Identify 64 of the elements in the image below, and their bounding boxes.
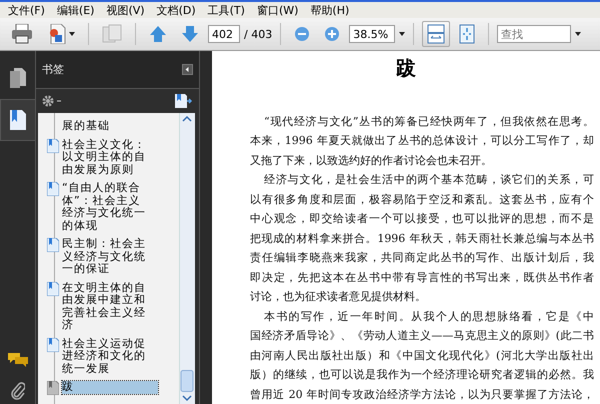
nav-tab[interactable] — [0, 99, 35, 141]
page-heading: 跋 — [396, 55, 416, 82]
text-line: 把现成的材料拿来拼合。1996 年秋天，韩天雨社长兼总编与本丛书 — [250, 230, 594, 246]
panel-title: 书签 — [42, 62, 64, 77]
bookmark-export-icon[interactable] — [175, 94, 193, 108]
down-arrow-icon — [181, 25, 199, 43]
bookmark-page-icon[interactable] — [10, 110, 26, 130]
text-line: 讨论，也为征求读者意见提供材料。 — [250, 289, 427, 305]
up-arrow-icon — [149, 25, 167, 43]
menu-item[interactable]: 帮助(H) — [304, 2, 356, 18]
bookmark-item[interactable]: 社会主义运动促进经济和文化的统一发展 — [62, 338, 150, 375]
printer-icon — [11, 24, 33, 44]
bookmark-icon — [47, 282, 59, 296]
fit-page-icon — [459, 24, 476, 44]
zoom-field[interactable]: 38.5% — [349, 25, 396, 43]
text-line: 经济与文化，是社会生活中的两个基本范畴，谈它们的关系，可 — [263, 172, 594, 188]
text-line: “现代经济与文化”丛书的筹备已经快两年了，但我依然在思考。 — [263, 114, 594, 130]
text-line: 国经济矛盾导论》、《劳动人道主义——马克思主义的原则》(此二书 — [250, 328, 594, 344]
search-field[interactable]: 查找 — [497, 25, 572, 43]
bookmark-item[interactable]: 跋 — [62, 381, 158, 394]
text-line: 曾用近 20 年时间专攻政治经济学方法论，以为只要掌握了方法论， — [250, 386, 594, 402]
text-line: 版）的继续，也可以说是我作为一个经济理论研究者逻辑的必然。我 — [250, 367, 594, 383]
bookmark-icon — [47, 238, 59, 252]
text-line: 本来，1996 年夏天就做出了丛书的总体设计，可以分工写作了，却 — [250, 133, 594, 149]
bookmark-item[interactable]: 在文明主体的自由发展中建立和完善社会主义经济 — [62, 282, 150, 332]
menu-item[interactable]: 窗口(W) — [250, 2, 304, 18]
bookmark-icon — [47, 338, 59, 352]
menu-item[interactable]: 文件(F) — [2, 2, 51, 18]
bookmark-icon — [47, 381, 59, 395]
page-number-field[interactable]: 402 — [208, 25, 240, 43]
bookmark-item[interactable]: 社会主义文化：以文明主体的自由发展为原则 — [62, 138, 150, 176]
bookmark-item[interactable]: “自由人的联合体”：社会主义经济与文化统一的体现 — [62, 182, 150, 232]
menu-item[interactable]: 工具(T) — [202, 2, 251, 18]
collapse-icon[interactable] — [182, 64, 193, 75]
scroll-thumb — [180, 370, 194, 392]
comments-icon[interactable] — [8, 352, 28, 368]
pages-icon[interactable] — [10, 68, 26, 88]
fit-width-icon — [427, 24, 446, 44]
view-button[interactable] — [422, 21, 450, 47]
caret-icon[interactable] — [399, 32, 406, 36]
text-line: 责任编辑李晓燕来我家，共同商定此丛书的写作、出版计划后，我 — [250, 250, 594, 266]
scrollbar[interactable] — [179, 113, 195, 404]
text-line: 中心观念，即交给读者一个可以接受，也可以批评的思想，而不是 — [250, 211, 594, 227]
bookmark-icon — [47, 138, 59, 152]
caret-icon[interactable] — [69, 32, 75, 36]
caret-icon[interactable] — [575, 32, 582, 36]
bookmark-item[interactable]: 民主制：社会主义经济与文化统一的保证 — [62, 238, 150, 276]
minus-circle-icon — [294, 26, 310, 42]
text-line: 本书的写作，近一年时间。从我个人的思想脉络看，它是《中 — [263, 308, 594, 324]
paperclip-icon[interactable] — [10, 382, 24, 400]
text-line: 即决定，先把这本在丛书中带有导言性的书写出来，既供丛书作者 — [250, 270, 594, 286]
bookmark-item[interactable]: 展的基础 — [62, 120, 150, 132]
document-shapes-icon — [47, 24, 67, 44]
plus-circle-icon — [324, 26, 340, 42]
page-total: / 403 — [244, 28, 272, 40]
menu-item[interactable]: 视图(V) — [100, 2, 151, 18]
text-line: 以有很多角度和层面，极容易陷于空泛和紊乱。这套丛书，应有个 — [250, 192, 594, 208]
text-line: 由河南人民出版社出版）和《中国文化现代化》(河北大学出版社出 — [250, 348, 594, 364]
menu-item[interactable]: 编辑(E) — [50, 2, 100, 18]
text-line: 又拖了下来，以致选约好的作者讨论会也未召开。 — [250, 152, 493, 168]
menu-item[interactable]: 文档(D) — [150, 2, 202, 18]
pages-icon — [102, 24, 122, 44]
gear-icon[interactable] — [42, 95, 62, 107]
bookmark-icon — [47, 182, 59, 196]
